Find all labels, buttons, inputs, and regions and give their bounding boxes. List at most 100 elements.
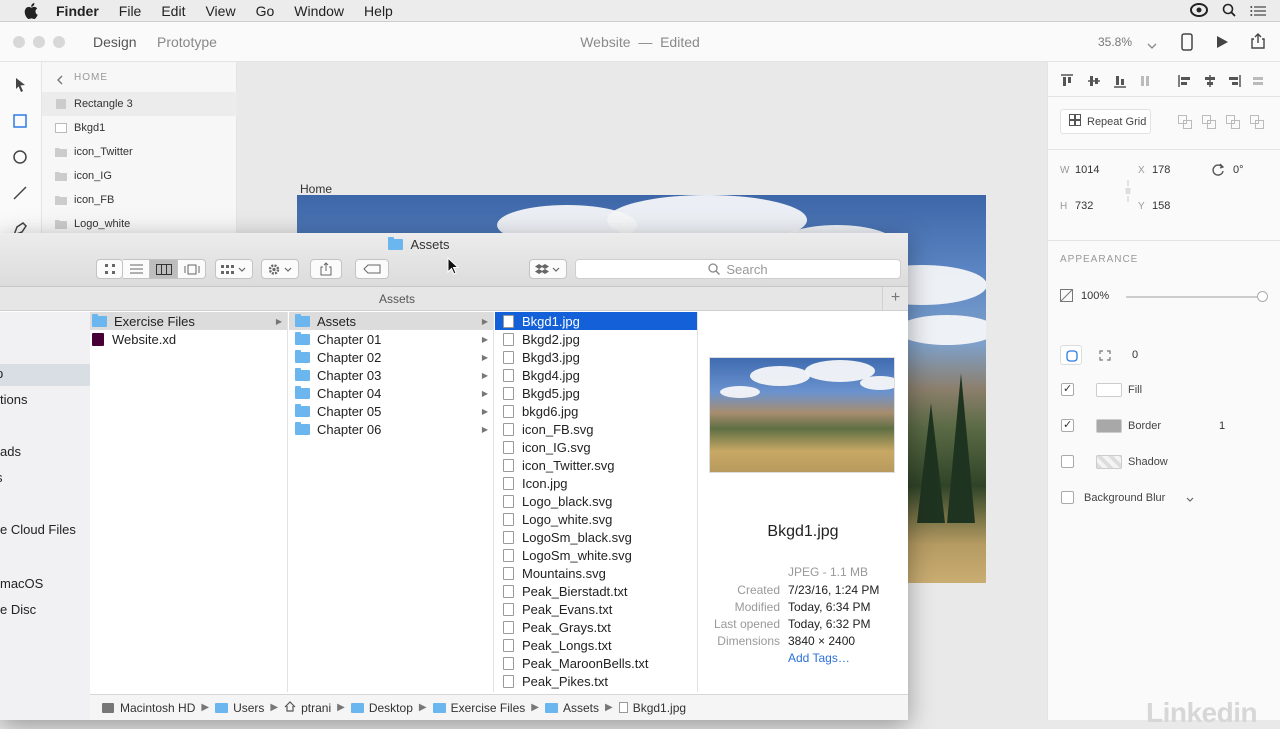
list-item[interactable]: Bkgd4.jpg: [495, 366, 697, 384]
sidebar-item-macos[interactable]: macOS: [0, 576, 43, 591]
path-item[interactable]: Desktop: [350, 701, 413, 715]
chevron-down-icon[interactable]: [1147, 37, 1157, 55]
border-color-swatch[interactable]: [1096, 419, 1122, 433]
path-item[interactable]: ptrani: [284, 701, 331, 715]
share-icon[interactable]: [1250, 33, 1266, 54]
menu-help[interactable]: Help: [364, 3, 393, 19]
layer-item[interactable]: icon_IG: [42, 164, 237, 188]
fill-color-swatch[interactable]: [1096, 383, 1122, 397]
menu-window[interactable]: Window: [294, 3, 344, 19]
x-field[interactable]: 178: [1152, 164, 1170, 176]
ellipse-tool-icon[interactable]: [11, 148, 29, 166]
path-item[interactable]: Assets: [544, 701, 599, 715]
boolean-exclude-icon[interactable]: [1250, 115, 1264, 132]
shadow-checkbox[interactable]: [1061, 455, 1074, 468]
align-center-icon[interactable]: [1203, 74, 1217, 88]
layer-item[interactable]: Bkgd1: [42, 116, 237, 140]
list-item[interactable]: Logo_black.svg: [495, 492, 697, 510]
arrange-button[interactable]: [215, 259, 253, 279]
fill-checkbox[interactable]: [1061, 382, 1074, 396]
align-middle-icon[interactable]: [1087, 74, 1101, 88]
chevron-down-icon[interactable]: [1186, 494, 1194, 506]
background-blur-label[interactable]: Background Blur: [1084, 492, 1165, 504]
list-item[interactable]: Icon.jpg: [495, 474, 697, 492]
list-item-selected[interactable]: Bkgd1.jpg: [495, 312, 697, 330]
list-item[interactable]: bkgd6.jpg: [495, 402, 697, 420]
rectangle-tool-icon[interactable]: [11, 112, 29, 130]
distribute-vertical-icon[interactable]: [1138, 74, 1152, 88]
per-corner-radius-icon[interactable]: [1094, 345, 1116, 368]
edit-tags-button[interactable]: [355, 259, 389, 279]
artboard-title[interactable]: Home: [300, 182, 332, 196]
list-item[interactable]: LogoSm_black.svg: [495, 528, 697, 546]
height-field[interactable]: 732: [1075, 200, 1093, 212]
list-item[interactable]: Peak_Bierstadt.txt: [495, 582, 697, 600]
list-item[interactable]: Chapter 05 ▶: [289, 402, 493, 420]
align-right-icon[interactable]: [1227, 74, 1241, 88]
path-item[interactable]: Bkgd1.jpg: [618, 701, 686, 715]
search-field[interactable]: Search: [575, 259, 901, 279]
cover-flow-button[interactable]: [178, 259, 206, 279]
sidebar-item-icloud[interactable]: e Cloud Files: [0, 522, 76, 537]
background-blur-checkbox[interactable]: [1061, 491, 1074, 504]
zoom-level[interactable]: 35.8%: [1098, 35, 1132, 49]
menu-view[interactable]: View: [205, 3, 235, 19]
layer-item[interactable]: icon_Twitter: [42, 140, 237, 164]
list-item[interactable]: icon_Twitter.svg: [495, 456, 697, 474]
list-item[interactable]: Chapter 02 ▶: [289, 348, 493, 366]
list-item[interactable]: Peak_Pikes.txt: [495, 672, 697, 690]
icon-view-button[interactable]: [96, 259, 123, 279]
menu-file[interactable]: File: [119, 3, 142, 19]
action-button[interactable]: [261, 259, 299, 279]
opacity-value[interactable]: 100%: [1081, 290, 1109, 302]
tab-assets[interactable]: Assets: [0, 292, 794, 306]
list-item[interactable]: Chapter 03 ▶: [289, 366, 493, 384]
list-item[interactable]: Peak_MaroonBells.txt: [495, 654, 697, 672]
path-item[interactable]: Exercise Files: [432, 701, 525, 715]
list-item[interactable]: Chapter 01 ▶: [289, 330, 493, 348]
apple-menu-icon[interactable]: [20, 2, 42, 19]
list-item[interactable]: Website.xd: [90, 330, 287, 348]
column-view-button[interactable]: [150, 259, 178, 279]
new-tab-button[interactable]: +: [882, 287, 908, 311]
boolean-add-icon[interactable]: [1178, 115, 1192, 132]
repeat-grid-button[interactable]: Repeat Grid: [1060, 109, 1151, 134]
boolean-intersect-icon[interactable]: [1226, 115, 1240, 132]
path-item[interactable]: Macintosh HD: [102, 701, 195, 715]
list-item[interactable]: Bkgd5.jpg: [495, 384, 697, 402]
list-item[interactable]: Exercise Files ▶: [90, 312, 287, 330]
list-item[interactable]: Chapter 04 ▶: [289, 384, 493, 402]
distribute-horizontal-icon[interactable]: [1251, 74, 1265, 88]
align-top-icon[interactable]: [1060, 74, 1074, 88]
sidebar-item-disc[interactable]: e Disc: [0, 602, 36, 617]
sidebar-item[interactable]: ads: [0, 444, 21, 459]
menu-go[interactable]: Go: [256, 3, 275, 19]
list-item[interactable]: icon_FB.svg: [495, 420, 697, 438]
align-bottom-icon[interactable]: [1113, 74, 1127, 88]
align-left-icon[interactable]: [1178, 74, 1192, 88]
select-tool-icon[interactable]: [11, 76, 29, 94]
layer-item[interactable]: Rectangle 3: [42, 92, 237, 116]
line-tool-icon[interactable]: [11, 184, 29, 202]
play-icon[interactable]: [1215, 35, 1229, 54]
width-field[interactable]: 1014: [1075, 164, 1099, 176]
corner-radius-field[interactable]: 0: [1132, 349, 1138, 361]
add-tags-link[interactable]: Add Tags…: [788, 651, 850, 665]
list-item[interactable]: Peak_Longs.txt: [495, 636, 697, 654]
share-button[interactable]: [310, 259, 342, 279]
path-item[interactable]: Users: [215, 701, 264, 715]
sidebar-item-selected[interactable]: [0, 364, 90, 386]
spotlight-search-icon[interactable]: [1222, 3, 1236, 20]
layer-item[interactable]: icon_FB: [42, 188, 237, 212]
menu-finder[interactable]: Finder: [56, 3, 99, 19]
y-field[interactable]: 158: [1152, 200, 1170, 212]
lock-aspect-icon[interactable]: [1124, 180, 1132, 205]
dropbox-button[interactable]: [529, 259, 567, 279]
opacity-slider-thumb[interactable]: [1257, 291, 1268, 302]
list-item[interactable]: icon_IG.svg: [495, 438, 697, 456]
device-preview-icon[interactable]: [1181, 33, 1193, 56]
uniform-corner-button[interactable]: [1060, 345, 1082, 365]
notification-center-icon[interactable]: [1250, 4, 1266, 20]
list-item[interactable]: LogoSm_white.svg: [495, 546, 697, 564]
sidebar-item[interactable]: tions: [0, 392, 27, 407]
